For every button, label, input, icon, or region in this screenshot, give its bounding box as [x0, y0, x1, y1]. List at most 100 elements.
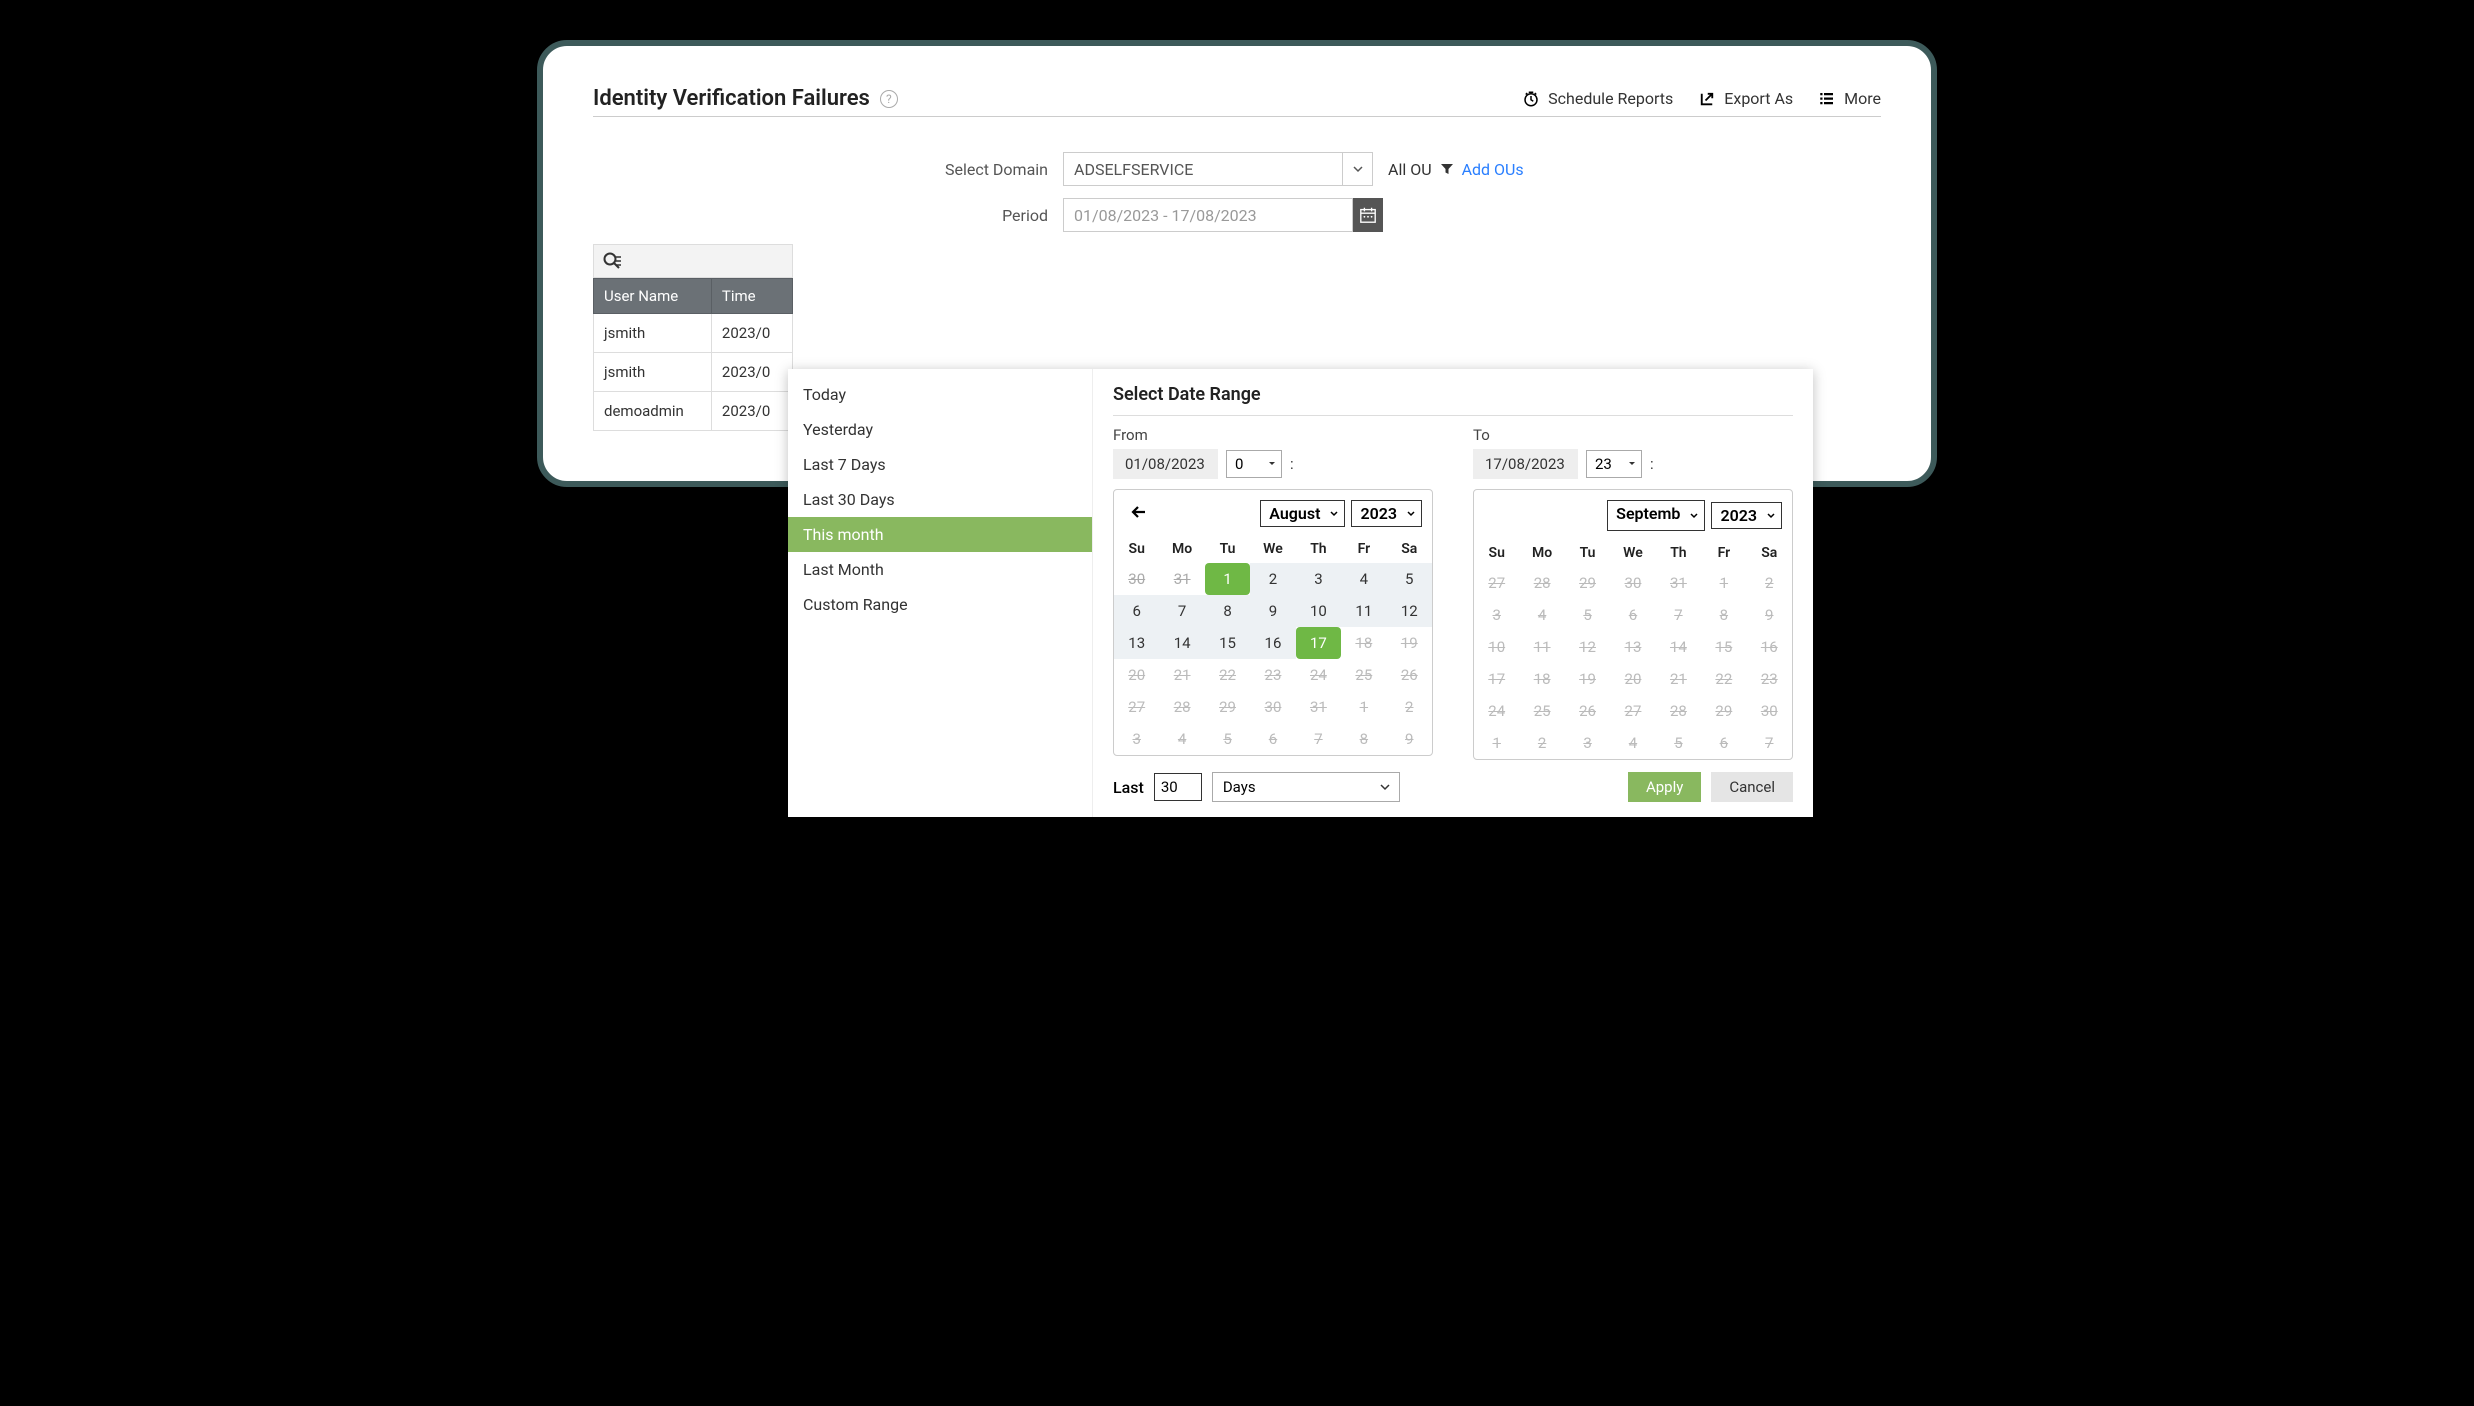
calendar-day[interactable]: 30 — [1114, 563, 1159, 595]
calendar-day[interactable]: 9 — [1387, 723, 1432, 755]
calendar-day[interactable]: 26 — [1387, 659, 1432, 691]
calendar-day[interactable]: 1 — [1701, 567, 1746, 599]
calendar-day[interactable]: 30 — [1250, 691, 1295, 723]
calendar-day[interactable]: 20 — [1610, 663, 1655, 695]
preset-item[interactable]: Today — [788, 377, 1092, 412]
calendar-day[interactable]: 28 — [1656, 695, 1701, 727]
calendar-day[interactable]: 23 — [1250, 659, 1295, 691]
calendar-day[interactable]: 19 — [1387, 627, 1432, 659]
calendar-day[interactable]: 5 — [1565, 599, 1610, 631]
calendar-button[interactable] — [1353, 198, 1383, 232]
calendar-day[interactable]: 13 — [1114, 627, 1159, 659]
from-date-input[interactable]: 01/08/2023 — [1113, 449, 1218, 479]
calendar-day[interactable]: 2 — [1519, 727, 1564, 759]
calendar-day[interactable]: 27 — [1114, 691, 1159, 723]
apply-button[interactable]: Apply — [1628, 772, 1701, 802]
calendar-day[interactable]: 4 — [1159, 723, 1204, 755]
calendar-day[interactable]: 19 — [1565, 663, 1610, 695]
calendar-day[interactable]: 18 — [1519, 663, 1564, 695]
calendar-day[interactable]: 27 — [1474, 567, 1519, 599]
calendar-day[interactable]: 17 — [1296, 627, 1341, 659]
calendar-day[interactable]: 16 — [1250, 627, 1295, 659]
calendar-day[interactable]: 7 — [1159, 595, 1204, 627]
calendar-day[interactable]: 9 — [1250, 595, 1295, 627]
calendar-day[interactable]: 12 — [1565, 631, 1610, 663]
calendar-day[interactable]: 24 — [1474, 695, 1519, 727]
calendar-day[interactable]: 1 — [1205, 563, 1250, 595]
calendar-day[interactable]: 3 — [1114, 723, 1159, 755]
preset-item[interactable]: Last 30 Days — [788, 482, 1092, 517]
preset-item[interactable]: Custom Range — [788, 587, 1092, 622]
month-select-left[interactable]: August — [1260, 500, 1345, 527]
prev-month-button[interactable] — [1130, 504, 1146, 523]
calendar-day[interactable]: 17 — [1474, 663, 1519, 695]
calendar-day[interactable]: 3 — [1296, 563, 1341, 595]
calendar-day[interactable]: 24 — [1296, 659, 1341, 691]
calendar-day[interactable]: 29 — [1701, 695, 1746, 727]
more-button[interactable]: More — [1818, 89, 1881, 108]
calendar-day[interactable]: 23 — [1747, 663, 1792, 695]
table-row[interactable]: demoadmin2023/0 — [594, 392, 793, 431]
last-unit-select[interactable]: Days — [1212, 772, 1400, 802]
preset-item[interactable]: Last Month — [788, 552, 1092, 587]
calendar-day[interactable]: 2 — [1250, 563, 1295, 595]
calendar-day[interactable]: 6 — [1114, 595, 1159, 627]
preset-item[interactable]: Yesterday — [788, 412, 1092, 447]
export-button[interactable]: Export As — [1698, 89, 1793, 108]
calendar-day[interactable]: 25 — [1519, 695, 1564, 727]
calendar-day[interactable]: 14 — [1656, 631, 1701, 663]
calendar-day[interactable]: 15 — [1205, 627, 1250, 659]
calendar-day[interactable]: 30 — [1610, 567, 1655, 599]
last-value-input[interactable] — [1154, 773, 1202, 801]
calendar-day[interactable]: 10 — [1474, 631, 1519, 663]
calendar-day[interactable]: 8 — [1205, 595, 1250, 627]
domain-select[interactable]: ADSELFSERVICE — [1063, 152, 1373, 186]
calendar-day[interactable]: 25 — [1341, 659, 1386, 691]
schedule-reports-button[interactable]: Schedule Reports — [1522, 89, 1673, 108]
calendar-day[interactable]: 2 — [1747, 567, 1792, 599]
calendar-day[interactable]: 8 — [1701, 599, 1746, 631]
calendar-day[interactable]: 1 — [1474, 727, 1519, 759]
calendar-day[interactable]: 31 — [1159, 563, 1204, 595]
calendar-day[interactable]: 10 — [1296, 595, 1341, 627]
table-row[interactable]: jsmith2023/0 — [594, 353, 793, 392]
calendar-day[interactable]: 13 — [1610, 631, 1655, 663]
help-icon[interactable]: ? — [880, 90, 898, 108]
calendar-day[interactable]: 6 — [1250, 723, 1295, 755]
calendar-day[interactable]: 28 — [1159, 691, 1204, 723]
calendar-day[interactable]: 15 — [1701, 631, 1746, 663]
cancel-button[interactable]: Cancel — [1711, 772, 1793, 802]
calendar-day[interactable]: 11 — [1519, 631, 1564, 663]
from-hour-select[interactable]: 0 — [1226, 450, 1282, 478]
calendar-day[interactable]: 20 — [1114, 659, 1159, 691]
preset-item[interactable]: This month — [788, 517, 1092, 552]
calendar-day[interactable]: 3 — [1474, 599, 1519, 631]
table-header[interactable]: User Name — [594, 279, 712, 314]
calendar-day[interactable]: 22 — [1701, 663, 1746, 695]
calendar-day[interactable]: 8 — [1341, 723, 1386, 755]
calendar-day[interactable]: 5 — [1387, 563, 1432, 595]
calendar-day[interactable]: 16 — [1747, 631, 1792, 663]
calendar-day[interactable]: 5 — [1205, 723, 1250, 755]
calendar-day[interactable]: 11 — [1341, 595, 1386, 627]
calendar-day[interactable]: 4 — [1610, 727, 1655, 759]
calendar-day[interactable]: 27 — [1610, 695, 1655, 727]
calendar-day[interactable]: 5 — [1656, 727, 1701, 759]
table-header[interactable]: Time — [711, 279, 792, 314]
table-search[interactable] — [593, 244, 793, 278]
month-select-right[interactable]: Septemb — [1607, 500, 1705, 531]
calendar-day[interactable]: 29 — [1565, 567, 1610, 599]
calendar-day[interactable]: 22 — [1205, 659, 1250, 691]
period-input[interactable]: 01/08/2023 - 17/08/2023 — [1063, 198, 1353, 232]
calendar-day[interactable]: 30 — [1747, 695, 1792, 727]
to-hour-select[interactable]: 23 — [1586, 450, 1642, 478]
calendar-day[interactable]: 2 — [1387, 691, 1432, 723]
calendar-day[interactable]: 3 — [1565, 727, 1610, 759]
year-select-right[interactable]: 2023 — [1711, 502, 1782, 529]
calendar-day[interactable]: 31 — [1296, 691, 1341, 723]
calendar-day[interactable]: 6 — [1701, 727, 1746, 759]
calendar-day[interactable]: 26 — [1565, 695, 1610, 727]
year-select-left[interactable]: 2023 — [1351, 500, 1422, 527]
calendar-day[interactable]: 7 — [1656, 599, 1701, 631]
add-ous-link[interactable]: Add OUs — [1462, 160, 1524, 179]
